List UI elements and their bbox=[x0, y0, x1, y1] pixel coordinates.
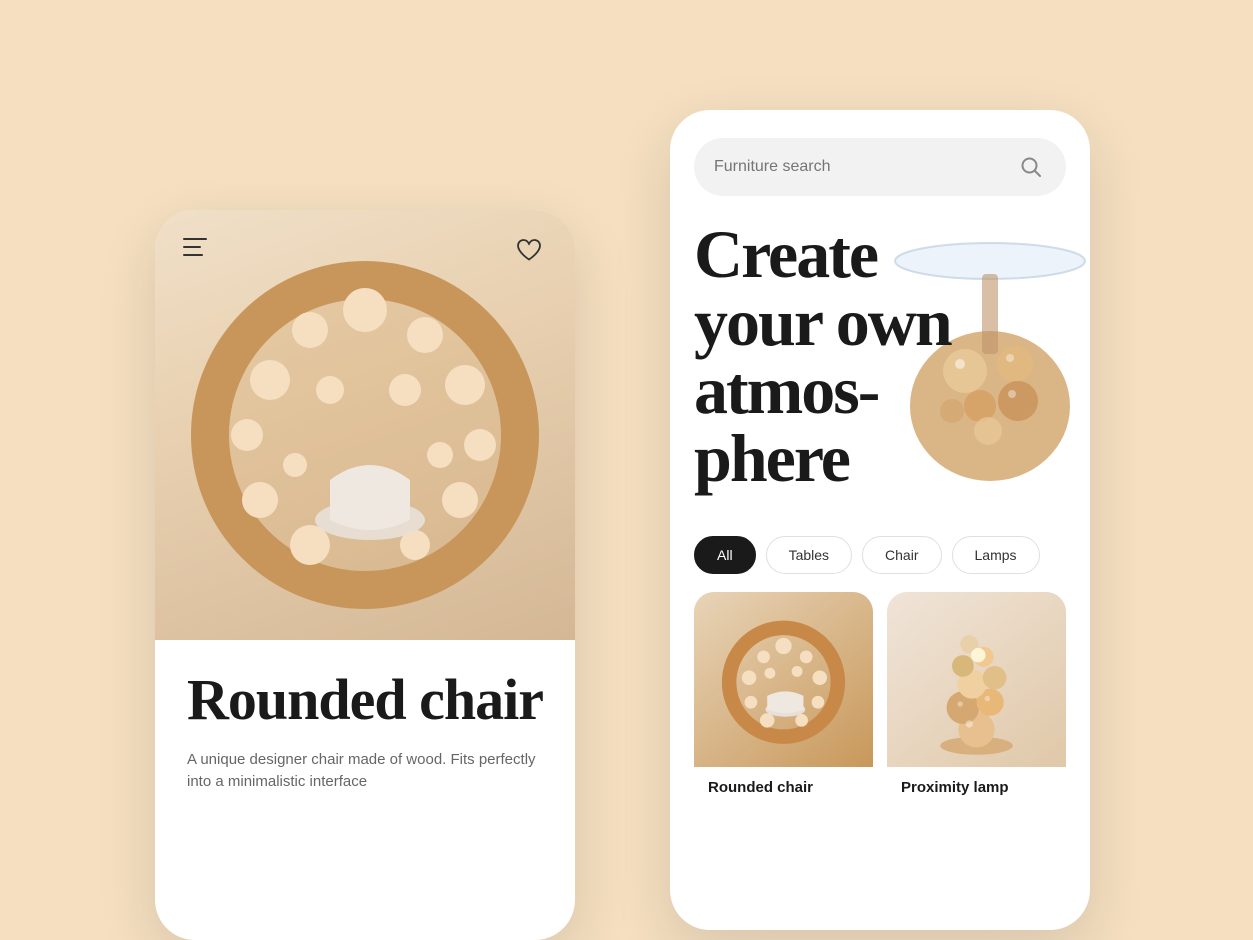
product-card-image-lamp bbox=[887, 592, 1066, 767]
chair-illustration bbox=[155, 210, 575, 640]
product-grid: Rounded chair bbox=[670, 574, 1090, 808]
hero-section: Create your own atmos-phere bbox=[670, 196, 1090, 516]
product-card-chair[interactable]: Rounded chair bbox=[694, 592, 873, 808]
product-card-image-chair bbox=[694, 592, 873, 767]
filter-all[interactable]: All bbox=[694, 536, 756, 574]
hero-text: Create your own atmos-phere bbox=[694, 220, 954, 492]
filter-bar: All Tables Chair Lamps bbox=[670, 516, 1090, 574]
product-image-area bbox=[155, 210, 575, 640]
left-phone-card: Rounded chair A unique designer chair ma… bbox=[155, 210, 575, 940]
product-title: Rounded chair bbox=[187, 670, 543, 731]
product-description: A unique designer chair made of wood. Fi… bbox=[187, 749, 543, 794]
search-icon[interactable] bbox=[1016, 152, 1046, 182]
product-info: Rounded chair A unique designer chair ma… bbox=[155, 640, 575, 794]
filter-chair[interactable]: Chair bbox=[862, 536, 941, 574]
right-phone-card: Create your own atmos-phere bbox=[670, 110, 1090, 930]
favorite-icon[interactable] bbox=[511, 232, 547, 268]
filter-lamps[interactable]: Lamps bbox=[952, 536, 1040, 574]
product-card-lamp[interactable]: Proximity lamp bbox=[887, 592, 1066, 808]
product-card-name-lamp: Proximity lamp bbox=[887, 767, 1066, 808]
search-bar[interactable] bbox=[694, 138, 1066, 196]
filter-tables[interactable]: Tables bbox=[766, 536, 852, 574]
product-card-name-chair: Rounded chair bbox=[694, 767, 873, 808]
menu-icon[interactable] bbox=[183, 238, 207, 256]
search-input[interactable] bbox=[714, 158, 1004, 176]
